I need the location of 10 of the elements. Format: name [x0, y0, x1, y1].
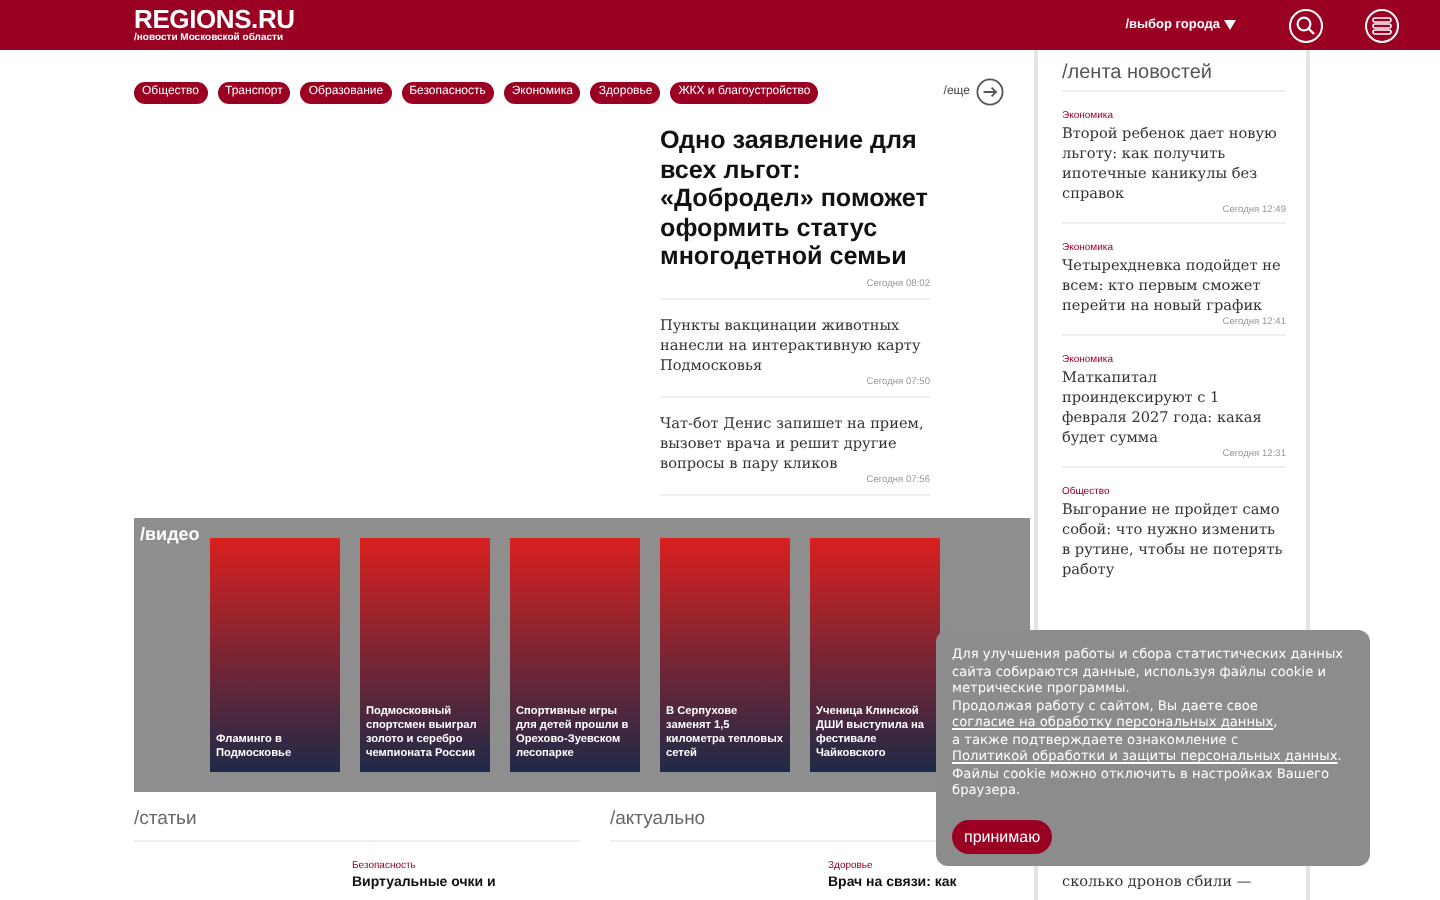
accept-button[interactable]: принимаю: [952, 819, 1053, 853]
lead-headline[interactable]: Одно заявление для всех льгот: «Добродел» поможет оформить статус многодетной семьи: [660, 126, 930, 271]
feed-heading: /лента новостей: [1062, 62, 1286, 92]
search-icon[interactable]: [1288, 7, 1324, 43]
arrow-right-icon[interactable]: [976, 78, 1004, 106]
site-logo[interactable]: REGIONS.RU: [134, 5, 295, 31]
section-heading: /статьи: [134, 808, 580, 842]
caret-icon: [1224, 20, 1236, 30]
menu-icon[interactable]: [1364, 7, 1400, 43]
section-heading: /видео: [138, 522, 202, 544]
